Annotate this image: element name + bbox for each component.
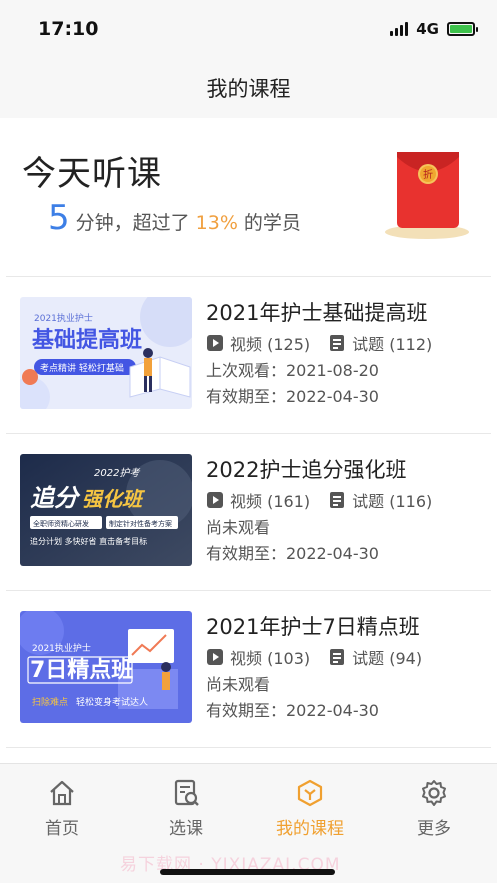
status-bar: 17:10 4G	[0, 0, 497, 58]
svg-text:折: 折	[423, 168, 433, 181]
status-indicators: 4G	[390, 20, 478, 38]
home-indicator[interactable]	[160, 869, 335, 875]
divider	[6, 747, 491, 748]
course-cover: 2021执业护士 基础提高班 考点精讲 轻松打基础	[20, 297, 192, 409]
today-summary: 今天听课 5 分钟，超过了 13% 的学员 折	[0, 118, 497, 276]
course-expiry: 有效期至：2022-04-30	[206, 387, 379, 406]
course-last-watched: 尚未观看	[206, 675, 271, 694]
tab-my-courses-label: 我的课程	[276, 819, 344, 839]
course-stats: 视频 (125) 试题 (112)	[206, 331, 432, 355]
course-card[interactable]: 2021执业护士 7日精点班 扫除难点 轻松变身考试达人 2021年护士7日精点…	[0, 591, 497, 747]
course-last-watched: 上次观看：2021-08-20	[206, 361, 379, 380]
cover-bottom-text: 扫除难点	[32, 696, 68, 708]
bottom-tab-bar: 首页 选课 我的课程 更多 易下载网 · YIXIAZAI.COM	[0, 763, 497, 883]
tab-home-label: 首页	[45, 819, 79, 839]
course-last-watched: 尚未观看	[206, 518, 271, 537]
home-icon	[50, 780, 74, 806]
course-title: 2021年护士基础提高班	[206, 301, 428, 325]
my-courses-icon	[297, 779, 323, 807]
gear-icon	[422, 780, 446, 806]
quiz-icon	[330, 492, 345, 508]
cover-main-text: 追分	[30, 484, 81, 512]
cover-main-text: 7日精点班	[30, 657, 133, 683]
today-minutes: 5	[48, 198, 70, 238]
red-packet-icon[interactable]: 折	[383, 148, 471, 240]
today-title: 今天听课	[22, 154, 162, 194]
course-select-icon	[174, 779, 199, 806]
cover-bottom-text: 追分计划 多快好省 直击备考目标	[30, 536, 147, 546]
tab-more-label: 更多	[417, 819, 451, 839]
video-count: 视频 (125)	[230, 335, 311, 354]
cover-tag-text: 2022护考	[94, 467, 140, 479]
cover-bottom-text-2: 轻松变身考试达人	[76, 696, 148, 708]
quiz-icon	[330, 649, 345, 665]
signal-icon	[390, 22, 409, 36]
tab-course-select[interactable]: 选课	[131, 778, 241, 839]
course-title: 2021年护士7日精点班	[206, 615, 420, 639]
cover-main-text-2: 强化班	[82, 487, 146, 511]
video-count: 视频 (103)	[230, 649, 311, 668]
quiz-count: 试题 (116)	[352, 492, 433, 511]
course-expiry: 有效期至：2022-04-30	[206, 701, 379, 720]
network-label: 4G	[416, 20, 439, 38]
page-title: 我的课程	[206, 77, 291, 101]
video-icon	[207, 649, 223, 665]
course-expiry: 有效期至：2022-04-30	[206, 544, 379, 563]
video-icon	[207, 492, 223, 508]
tab-home[interactable]: 首页	[7, 778, 117, 839]
cover-chip-2: 制定针对性备考方案	[109, 519, 172, 528]
course-stats: 视频 (161) 试题 (116)	[206, 488, 432, 512]
course-card[interactable]: 2022护考 追分 强化班 全职师资精心研发 制定针对性备考方案 追分计划 多快…	[0, 434, 497, 590]
today-stats: 5 分钟，超过了 13% 的学员	[48, 198, 301, 238]
cover-top-text: 2021执业护士	[32, 642, 91, 654]
cover-top-text: 2021执业护士	[34, 312, 93, 324]
battery-icon	[447, 22, 478, 36]
today-text1: 分钟，超过了	[75, 212, 190, 234]
video-icon	[207, 335, 223, 351]
course-cover: 2022护考 追分 强化班 全职师资精心研发 制定针对性备考方案 追分计划 多快…	[20, 454, 192, 566]
video-count: 视频 (161)	[230, 492, 311, 511]
cover-chip-1: 全职师资精心研发	[33, 519, 89, 528]
tab-more[interactable]: 更多	[379, 778, 489, 839]
cover-pill-text: 考点精讲 轻松打基础	[40, 362, 124, 374]
quiz-count: 试题 (94)	[352, 649, 423, 668]
nav-bar: 我的课程	[0, 58, 497, 118]
course-cover: 2021执业护士 7日精点班 扫除难点 轻松变身考试达人	[20, 611, 192, 723]
today-text2: 的学员	[243, 212, 301, 234]
status-time: 17:10	[38, 18, 99, 40]
cover-main-text: 基础提高班	[32, 327, 142, 353]
tab-my-courses[interactable]: 我的课程	[255, 778, 365, 839]
quiz-count: 试题 (112)	[352, 335, 433, 354]
course-card[interactable]: 2021执业护士 基础提高班 考点精讲 轻松打基础 2021年护士基础提高班 视…	[0, 277, 497, 433]
tab-course-select-label: 选课	[169, 819, 203, 839]
course-title: 2022护士追分强化班	[206, 458, 407, 482]
today-percent: 13%	[195, 212, 238, 234]
quiz-icon	[330, 335, 345, 351]
course-stats: 视频 (103) 试题 (94)	[206, 645, 422, 669]
